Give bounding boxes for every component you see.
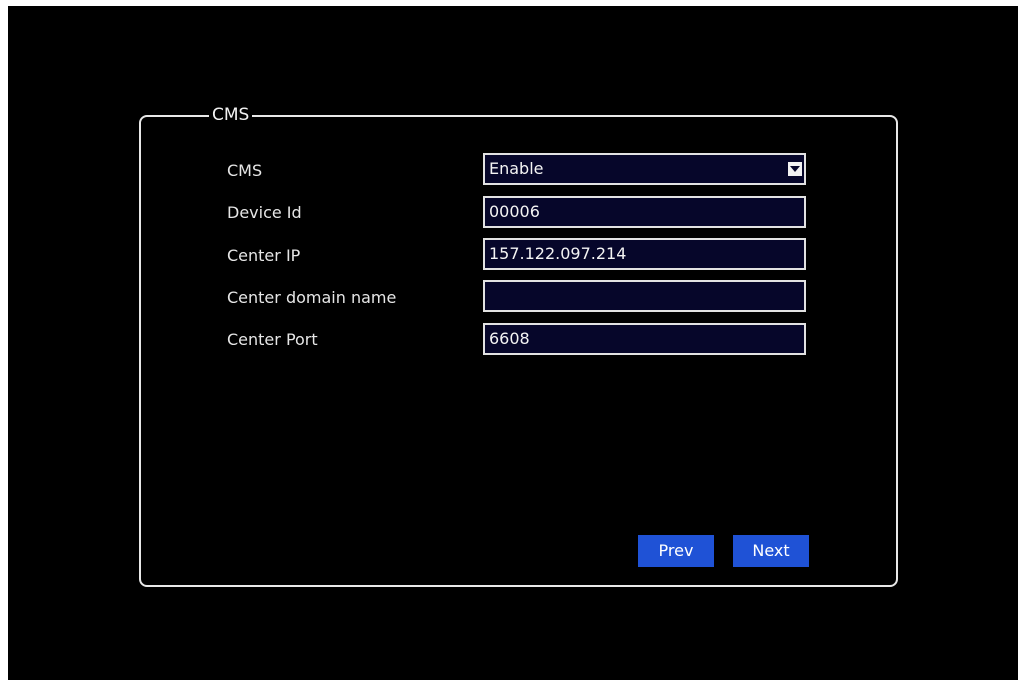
center-domain-label: Center domain name — [227, 288, 397, 307]
panel-title: CMS — [209, 103, 253, 127]
prev-button[interactable]: Prev — [638, 535, 714, 567]
center-domain-input[interactable] — [483, 280, 806, 312]
center-ip-input[interactable]: 157.122.097.214 — [483, 238, 806, 270]
center-ip-label: Center IP — [227, 246, 301, 265]
dvr-screen: CMS CMS Enable Device Id 00006 Center IP… — [8, 6, 1018, 680]
cms-enable-select[interactable]: Enable — [483, 153, 806, 185]
next-button[interactable]: Next — [733, 535, 809, 567]
device-id-label: Device Id — [227, 203, 302, 222]
center-port-label: Center Port — [227, 330, 318, 349]
device-id-input[interactable]: 00006 — [483, 196, 806, 228]
chevron-down-icon[interactable] — [788, 162, 802, 176]
center-port-input[interactable]: 6608 — [483, 323, 806, 355]
cms-label: CMS — [227, 161, 263, 180]
cms-enable-value: Enable — [489, 159, 544, 178]
